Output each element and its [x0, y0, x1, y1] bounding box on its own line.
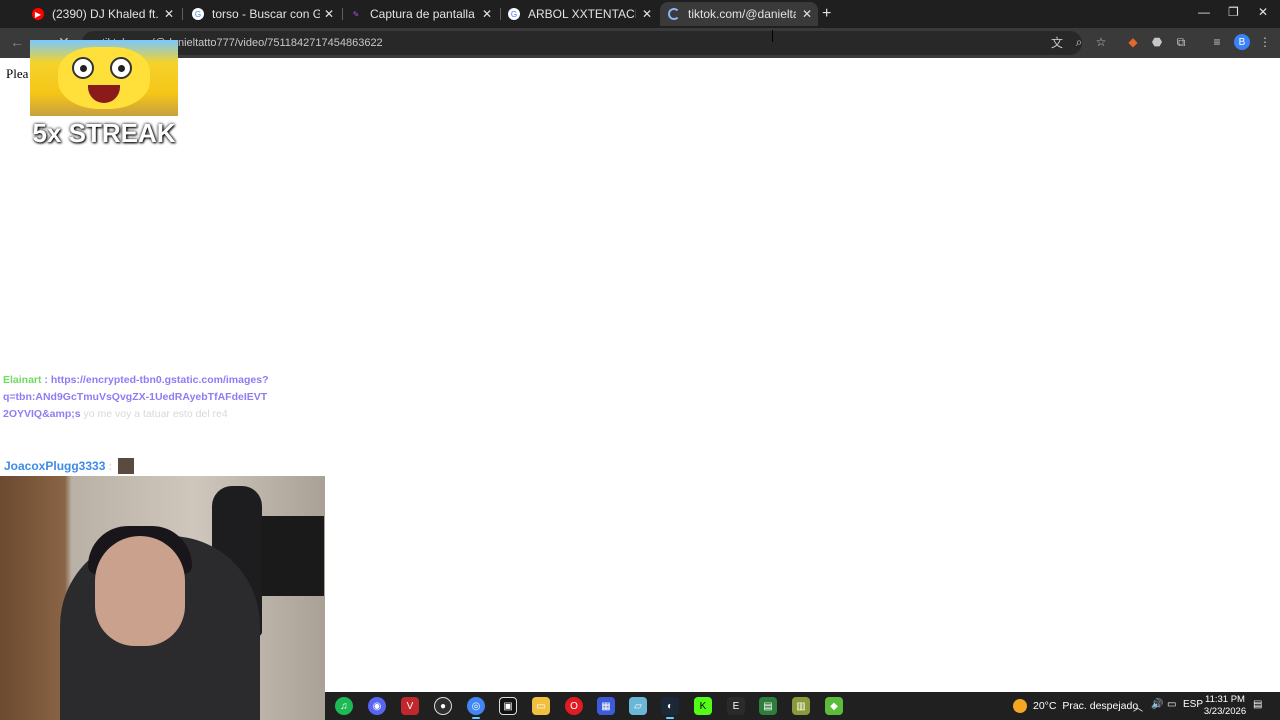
chat-message: Elainart : https://encrypted-tbn0.gstati…	[3, 374, 269, 420]
chat-message-text: yo me voy a tatuar esto del re4	[83, 408, 228, 420]
browser-toolbar: ← → ✕ tiktok.com/@danieltatto777/video/7…	[0, 28, 1280, 58]
windows-taskbar: ♫ ◉ V ● ◎ ▣ ▭ O ▦ ▱ ◐ K E ▤ ▥ ◆ 20°C Pra…	[325, 692, 1280, 720]
discord-icon[interactable]: ◉	[368, 697, 386, 715]
back-icon[interactable]: ←	[10, 34, 24, 50]
restore-icon[interactable]: ❐	[1228, 5, 1239, 19]
app-icon[interactable]: ▣	[499, 697, 517, 715]
extension-icon[interactable]: ◆	[1126, 35, 1140, 49]
chat-emote	[118, 458, 135, 474]
tab-lightshot[interactable]: ✎ Captura de pantalla por Lightshot ✕	[342, 2, 498, 26]
chat-message: JoacoxPlugg3333 :	[4, 458, 135, 474]
voicemeeter-icon[interactable]: V	[401, 697, 419, 715]
page-body-text: Plea	[6, 66, 29, 81]
chat-username: Elainart	[3, 374, 42, 386]
lightshot-icon: ✎	[352, 9, 360, 19]
tab-separator	[182, 8, 183, 20]
tab-tiktok[interactable]: tiktok.com/@danieltatto777/video ✕	[660, 2, 818, 26]
menu-kebab-icon[interactable]: ⋮	[1258, 35, 1272, 49]
streak-overlay: 5x STREAK	[30, 40, 178, 150]
file-explorer-icon[interactable]: ▭	[532, 697, 550, 715]
network-icon[interactable]: ▭	[1167, 699, 1176, 710]
close-tab-icon[interactable]: ✕	[164, 7, 174, 21]
app-icon[interactable]: ▥	[792, 697, 810, 715]
google-icon: G	[192, 8, 204, 20]
kick-icon[interactable]: K	[694, 697, 712, 715]
close-tab-icon[interactable]: ✕	[482, 7, 492, 21]
cartoon-face	[58, 47, 150, 109]
opera-icon[interactable]: O	[565, 697, 583, 715]
media-control-icon[interactable]: ≡	[1210, 35, 1224, 49]
close-window-icon[interactable]: ✕	[1258, 5, 1268, 19]
profile-avatar[interactable]: B	[1234, 34, 1250, 50]
spotify-icon[interactable]: ♫	[335, 697, 353, 715]
language-indicator[interactable]: ESP	[1183, 699, 1203, 710]
tab-youtube[interactable]: ▶ (2390) DJ Khaled ft. Drake - POPSTAR ✕	[24, 2, 180, 26]
minimize-icon[interactable]: —	[1198, 5, 1210, 19]
bookmark-star-icon[interactable]: ☆	[1094, 35, 1108, 49]
app-icon[interactable]: ▱	[629, 697, 647, 715]
volume-icon[interactable]: 🔊	[1151, 699, 1163, 710]
close-tab-icon[interactable]: ✕	[642, 7, 652, 21]
chat-username: JoacoxPlugg3333	[4, 459, 106, 473]
new-tab-button[interactable]: +	[822, 5, 831, 23]
webcam-feed	[0, 476, 325, 720]
translate-icon[interactable]: 文	[1050, 35, 1064, 50]
spongebob-image	[30, 40, 178, 116]
weather-widget[interactable]: 20°C Prac. despejado	[1013, 699, 1138, 713]
obs-icon[interactable]: ●	[434, 697, 452, 715]
close-tab-icon[interactable]: ✕	[324, 7, 334, 21]
app-icon[interactable]: ▤	[759, 697, 777, 715]
notification-icon[interactable]: ▤	[1253, 699, 1262, 710]
chrome-icon[interactable]: ◎	[467, 697, 485, 719]
text-cursor	[772, 30, 778, 42]
address-bar[interactable]: tiktok.com/@danieltatto777/video/7511842…	[82, 31, 1082, 55]
youtube-icon: ▶	[32, 8, 44, 20]
extension-icon[interactable]: ⬣	[1150, 35, 1164, 49]
tab-strip: ▶ (2390) DJ Khaled ft. Drake - POPSTAR ✕…	[0, 0, 1280, 28]
tab-google-torso[interactable]: G torso - Buscar con Google ✕	[184, 2, 340, 26]
app-icon[interactable]: ◆	[825, 697, 843, 715]
extensions-puzzle-icon[interactable]: ⧉	[1174, 35, 1188, 49]
app-icon[interactable]: ▦	[597, 697, 615, 715]
chevron-up-icon[interactable]: ︿	[1133, 699, 1143, 714]
epic-icon[interactable]: E	[727, 697, 745, 715]
tab-google-arbol[interactable]: G ARBOL XXTENTACION - Buscar con Google …	[500, 2, 658, 26]
zoom-icon[interactable]: ⌕	[1072, 35, 1086, 49]
steam-icon[interactable]: ◐	[661, 697, 679, 719]
loading-icon	[668, 8, 680, 20]
google-icon: G	[508, 8, 520, 20]
weather-sun-icon	[1013, 699, 1027, 713]
taskbar-clock[interactable]: 11:31 PM 3/23/2026	[1203, 694, 1247, 718]
streak-label: 5x STREAK	[32, 118, 176, 148]
close-tab-icon[interactable]: ✕	[802, 7, 812, 21]
